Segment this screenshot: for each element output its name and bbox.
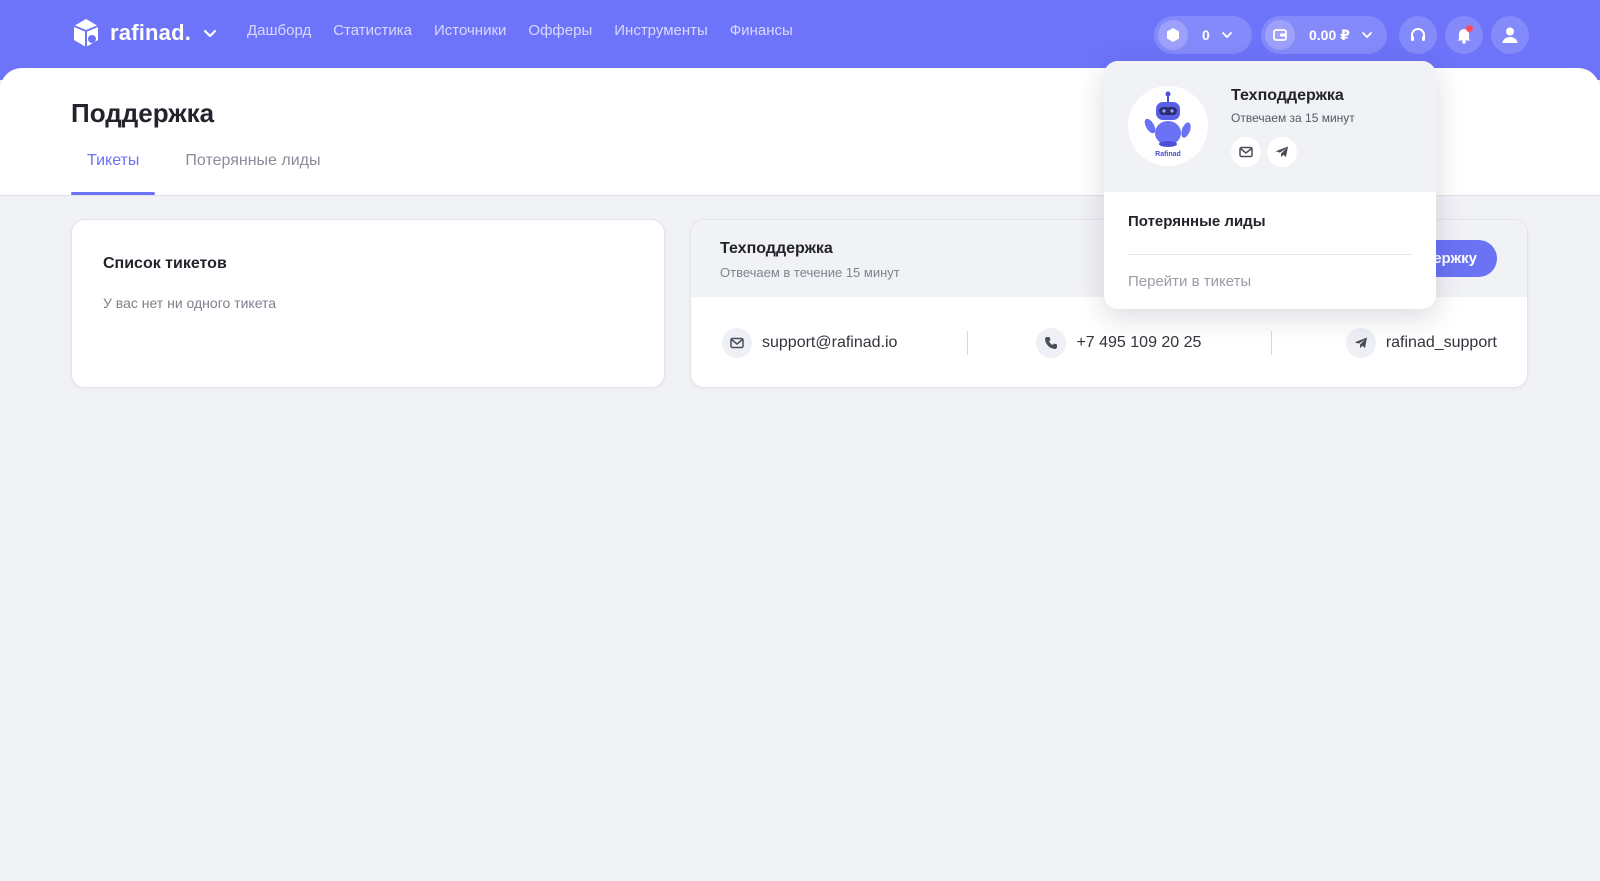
headset-icon [1411,28,1425,41]
tab-lost-leads[interactable]: Потерянные лиды [169,152,336,195]
support-contacts: support@rafinad.io +7 495 109 20 25 rafi… [691,297,1527,387]
support-button[interactable] [1399,16,1437,54]
nav-item-offers[interactable]: Офферы [528,22,592,40]
dropdown-contact-icons [1231,137,1297,167]
balance-selector[interactable]: 0.00 ₽ [1261,16,1387,54]
points-value: 0 [1202,27,1210,43]
points-selector[interactable]: 0 [1154,16,1252,54]
brand-name: rafinad. [110,20,192,45]
profile-button[interactable] [1491,16,1529,54]
tickets-empty-text: У вас нет ни одного тикета [103,295,277,311]
nav-item-statistics[interactable]: Статистика [333,22,412,40]
tickets-title: Список тикетов [103,255,227,272]
support-telegram: rafinad_support [1385,334,1497,351]
user-icon [1502,27,1518,43]
chevron-down-icon [1221,32,1232,38]
divider [967,331,969,355]
support-telegram-link[interactable]: rafinad_support [1345,328,1497,358]
chevron-down-icon [1361,32,1372,38]
mail-icon [722,328,752,358]
wallet-icon [1265,20,1295,50]
support-title: Техподдержка [720,240,833,257]
support-email: support@rafinad.io [762,334,898,351]
notification-badge [1466,25,1473,32]
nav-item-dashboard[interactable]: Дашборд [247,22,311,40]
tickets-card: Список тикетов У вас нет ни одного тикет… [71,219,665,388]
dropdown-title: Техподдержка [1231,87,1344,104]
chevron-down-icon [203,29,217,38]
divider [1271,331,1273,355]
telegram-icon[interactable] [1267,137,1297,167]
support-phone-link[interactable]: +7 495 109 20 25 [1036,328,1201,358]
divider [1128,254,1412,255]
support-bot-avatar: Rafinad [1128,86,1208,166]
support-subtitle: Отвечаем в течение 15 минут [720,265,900,280]
nav-item-sources[interactable]: Источники [434,22,506,40]
mail-icon[interactable] [1231,137,1261,167]
rafinad-logo-icon [73,19,99,47]
dropdown-item-lost-leads[interactable]: Потерянные лиды [1128,213,1266,230]
page-title: Поддержка [71,98,215,128]
avatar-label: Rafinad [1155,151,1181,158]
phone-icon [1036,328,1067,358]
cube-icon [1158,20,1188,50]
main-nav: Дашборд Статистика Источники Офферы Инст… [247,22,793,40]
balance-value: 0.00 ₽ [1309,26,1350,43]
page-tabs: Тикеты Потерянные лиды [71,152,351,195]
dropdown-item-go-to-tickets[interactable]: Перейти в тикеты [1128,273,1251,290]
robot-icon: Rafinad [1144,91,1191,158]
tab-tickets[interactable]: Тикеты [71,152,156,195]
support-dropdown-header: Rafinad Техподдержка Отвечаем за 15 мину… [1104,61,1436,192]
support-dropdown: Rafinad Техподдержка Отвечаем за 15 мину… [1104,61,1436,309]
support-phone: +7 495 109 20 25 [1076,334,1202,351]
support-email-link[interactable]: support@rafinad.io [722,328,897,358]
dropdown-subtitle: Отвечаем за 15 минут [1231,111,1355,125]
nav-item-finance[interactable]: Финансы [730,22,793,40]
brand-switcher[interactable]: rafinad. [70,17,219,49]
nav-item-tools[interactable]: Инструменты [614,22,708,40]
notifications-button[interactable] [1445,16,1483,54]
telegram-icon [1345,328,1376,358]
